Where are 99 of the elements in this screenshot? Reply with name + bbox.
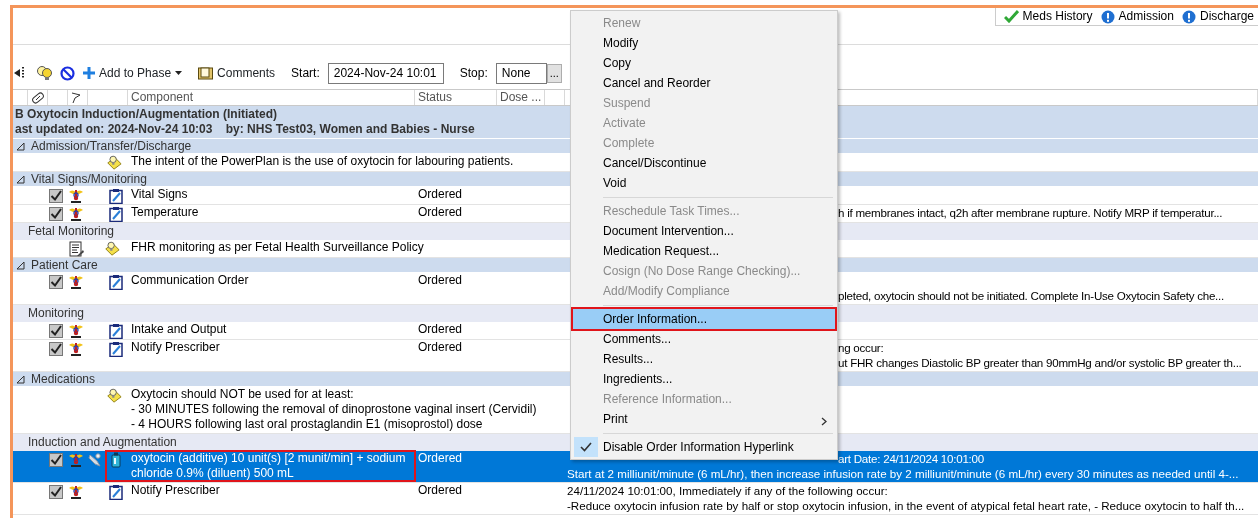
plan-title: B Oxytocin Induction/Augmentation (Initiated) (15, 107, 277, 122)
checkbox-icon[interactable] (49, 452, 63, 467)
clipboard-icon (109, 322, 123, 339)
start-label: Start: (291, 65, 320, 81)
component-text[interactable]: Notify Prescriber (128, 340, 415, 355)
clipboard-icon (109, 340, 123, 357)
collapse-panel-icon[interactable] (13, 66, 27, 80)
menu-item[interactable]: Cancel/Discontinue (573, 153, 835, 173)
component-text[interactable]: Notify Prescriber (128, 483, 415, 498)
note-text: - 30 MINUTES following the removal of dinoprostone vaginal insert (Cervidil) (131, 402, 537, 417)
header-tab-button[interactable]: Discharge (1181, 9, 1254, 24)
order-details-text: Start at 2 milliunit/minute (6 mL/hr), then increase infusion rate by 2 milliunit/minute (6 mL/hr) every 30 minutes as needed until 4-... (567, 466, 1239, 481)
checkbox-icon[interactable] (49, 206, 63, 221)
caret-icon (175, 71, 183, 75)
menu-item[interactable]: Copy (573, 53, 835, 73)
component-text[interactable]: Intake and Output (128, 322, 415, 337)
caduceus-icon (68, 483, 84, 500)
status-text: Ordered (417, 340, 464, 355)
menu-item[interactable]: Ingredients... (573, 369, 835, 389)
notebook-icon (198, 66, 214, 80)
menu-item[interactable]: Comments... (573, 329, 835, 349)
note-icon (106, 387, 122, 404)
category-label: Admission/Transfer/Discharge (31, 138, 192, 154)
alert-icon (1181, 9, 1196, 24)
subcategory-label: Fetal Monitoring (28, 224, 115, 239)
menu-item[interactable]: Modify (573, 33, 835, 53)
menu-item[interactable]: Document Intervention... (573, 221, 835, 241)
component-text[interactable]: Temperature (128, 205, 415, 220)
menu-item[interactable]: Void (573, 173, 835, 193)
category-label: Medications (31, 371, 96, 387)
note-text: - 4 HOURS following last oral prostaglandin E1 (misoprostol) dose (131, 417, 483, 432)
menu-item[interactable]: Cancel and Reorder (573, 73, 835, 93)
alert-icon (1100, 9, 1115, 24)
clipboard-icon (109, 273, 123, 290)
column-header[interactable]: Status (415, 90, 497, 105)
order-details-text: pleted, oxytocin should not be initiated. Complete In-Use Oxytocin Safety che... (838, 288, 1224, 303)
order-details-text: ng occur: (838, 340, 884, 355)
start-date-field[interactable]: 2024-Nov-24 10:01 (327, 62, 444, 84)
caduceus-icon (68, 273, 84, 290)
subcategory-label: Monitoring (28, 306, 85, 321)
check-icon (1003, 10, 1019, 23)
checkbox-icon[interactable] (49, 484, 63, 499)
column-header[interactable]: Component (128, 90, 415, 105)
clipboard-icon (109, 205, 123, 222)
caduceus-icon (68, 187, 84, 204)
clipboard-icon (109, 187, 123, 204)
column-header[interactable]: Dose ... (497, 90, 545, 105)
note-text: The intent of the PowerPlan is the use of oxytocin for labouring patients. (131, 154, 514, 169)
caduceus-icon (68, 322, 84, 339)
plan-updated-text: ast updated on: 2024-Nov-24 10:03 by: NHS Test03, Women and Babies - Nurse (15, 122, 475, 137)
status-text: Ordered (417, 205, 464, 220)
order-details-text: 24/11/2024 10:01:00, Immediately if any of the following occur: (567, 483, 888, 498)
checkbox-icon[interactable] (49, 323, 63, 338)
clipboard-icon (109, 483, 123, 500)
header-tab-button[interactable]: Meds History (1003, 9, 1093, 24)
plus-icon (83, 67, 95, 79)
dropper-icon (88, 451, 102, 468)
status-text: Ordered (417, 322, 464, 337)
checkbox-icon[interactable] (49, 341, 63, 356)
component-text[interactable]: oxytocin (additive) 10 unit(s) [2 munit/min] + sodium chloride 0.9% (diluent) 500 mL (106, 451, 415, 481)
menu-item[interactable]: Results... (573, 349, 835, 369)
status-text: Ordered (417, 273, 464, 288)
note-icon (106, 154, 122, 171)
checkbox-icon[interactable] (49, 274, 63, 289)
note-text: FHR monitoring as per Fetal Health Surveillance Policy (131, 240, 424, 255)
component-text[interactable]: Communication Order (128, 273, 415, 288)
comments-button[interactable]: Comments (198, 64, 276, 82)
header-tab-button[interactable]: Admission (1100, 9, 1174, 24)
menu-item[interactable]: Print (573, 409, 835, 429)
no-entry-icon[interactable] (60, 65, 75, 81)
menu-item[interactable]: Order Information... (573, 309, 835, 329)
iv-bag-icon (111, 451, 121, 468)
lightbulb-icon[interactable] (36, 65, 54, 81)
order-details-text: art Date: 24/11/2024 10:01:00 (838, 451, 984, 466)
note-text: Oxytocin should NOT be used for at least: (131, 387, 354, 402)
stop-label: Stop: (459, 65, 488, 81)
status-text: Ordered (417, 483, 464, 498)
menu-item[interactable]: Medication Request... (573, 241, 835, 261)
category-label: Patient Care (31, 257, 98, 273)
collapse-icon[interactable] (16, 260, 25, 270)
stop-date-field[interactable]: None (495, 62, 547, 84)
order-details-text: -Reduce oxytocin infusion rate by half or stop oxytocin infusion, in the event of atypical fetal heart rate, - Reduce oxytocin to half th... (567, 498, 1245, 513)
order-details-text: ut FHR changes Diastolic BP greater than 90mmHg and/or systolic BP greater th... (838, 355, 1242, 370)
component-text[interactable]: Vital Signs (128, 187, 415, 202)
status-text: Ordered (417, 451, 464, 466)
caduceus-icon (68, 205, 84, 222)
status-text: Ordered (417, 187, 464, 202)
add-to-phase-button[interactable]: Add to Phase (83, 64, 183, 82)
collapse-icon[interactable] (16, 374, 25, 384)
order-details-text: h if membranes intact, q2h after membrane rupture. Notify MRP if temperatur... (838, 205, 1223, 220)
collapse-icon[interactable] (16, 174, 25, 184)
caduceus-icon (68, 451, 84, 468)
subcategory-label: Induction and Augmentation (28, 435, 177, 450)
note-icon (104, 240, 120, 257)
collapse-icon[interactable] (16, 141, 25, 151)
checkbox-icon[interactable] (49, 188, 63, 203)
caduceus-icon (68, 340, 84, 357)
category-label: Vital Signs/Monitoring (31, 171, 147, 187)
menu-item[interactable]: Disable Order Information Hyperlink (573, 437, 835, 457)
